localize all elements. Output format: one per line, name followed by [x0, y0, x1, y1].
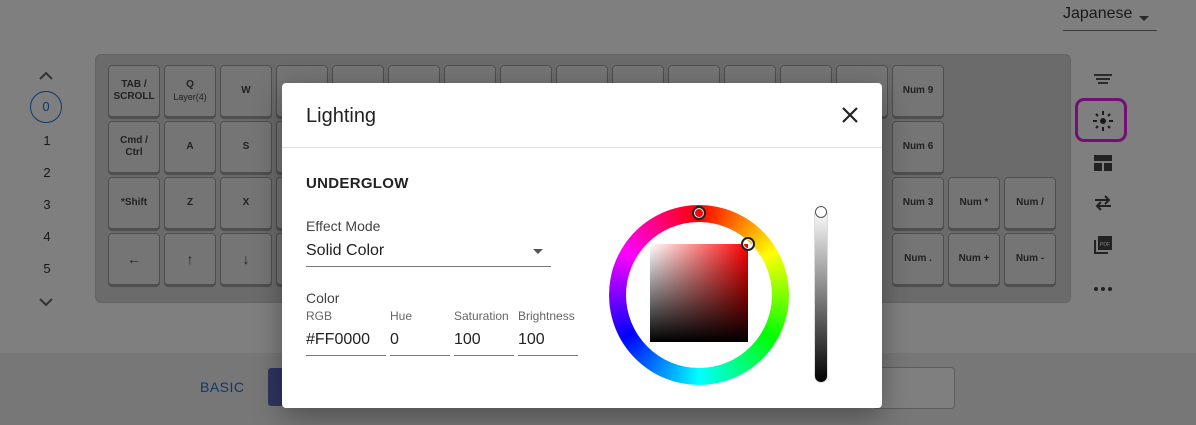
- close-icon[interactable]: [838, 103, 862, 127]
- chevron-down-icon: [533, 249, 543, 254]
- color-label: Color: [306, 290, 340, 306]
- brightness-handle[interactable]: [815, 206, 827, 218]
- effect-mode-value: Solid Color: [306, 242, 385, 259]
- saturation-label: Saturation: [454, 309, 509, 323]
- lighting-dialog: Lighting UNDERGLOW Effect Mode Solid Col…: [282, 83, 882, 408]
- rgb-field[interactable]: #FF0000: [306, 325, 386, 356]
- brightness-label: Brightness: [518, 309, 575, 323]
- section-heading: UNDERGLOW: [306, 175, 409, 192]
- hue-field[interactable]: 0: [390, 325, 450, 356]
- rgb-label: RGB: [306, 309, 333, 323]
- effect-mode-label: Effect Mode: [306, 218, 381, 234]
- effect-mode-select[interactable]: Solid Color: [306, 236, 551, 267]
- saturation-field[interactable]: 100: [454, 325, 514, 356]
- dialog-title: Lighting: [306, 105, 377, 127]
- divider: [282, 147, 882, 148]
- brightness-field[interactable]: 100: [518, 325, 578, 356]
- hue-handle[interactable]: [692, 206, 706, 220]
- saturation-value-square[interactable]: [650, 244, 748, 342]
- hue-label: Hue: [390, 309, 413, 323]
- brightness-slider[interactable]: [814, 207, 828, 383]
- sv-handle[interactable]: [741, 237, 755, 251]
